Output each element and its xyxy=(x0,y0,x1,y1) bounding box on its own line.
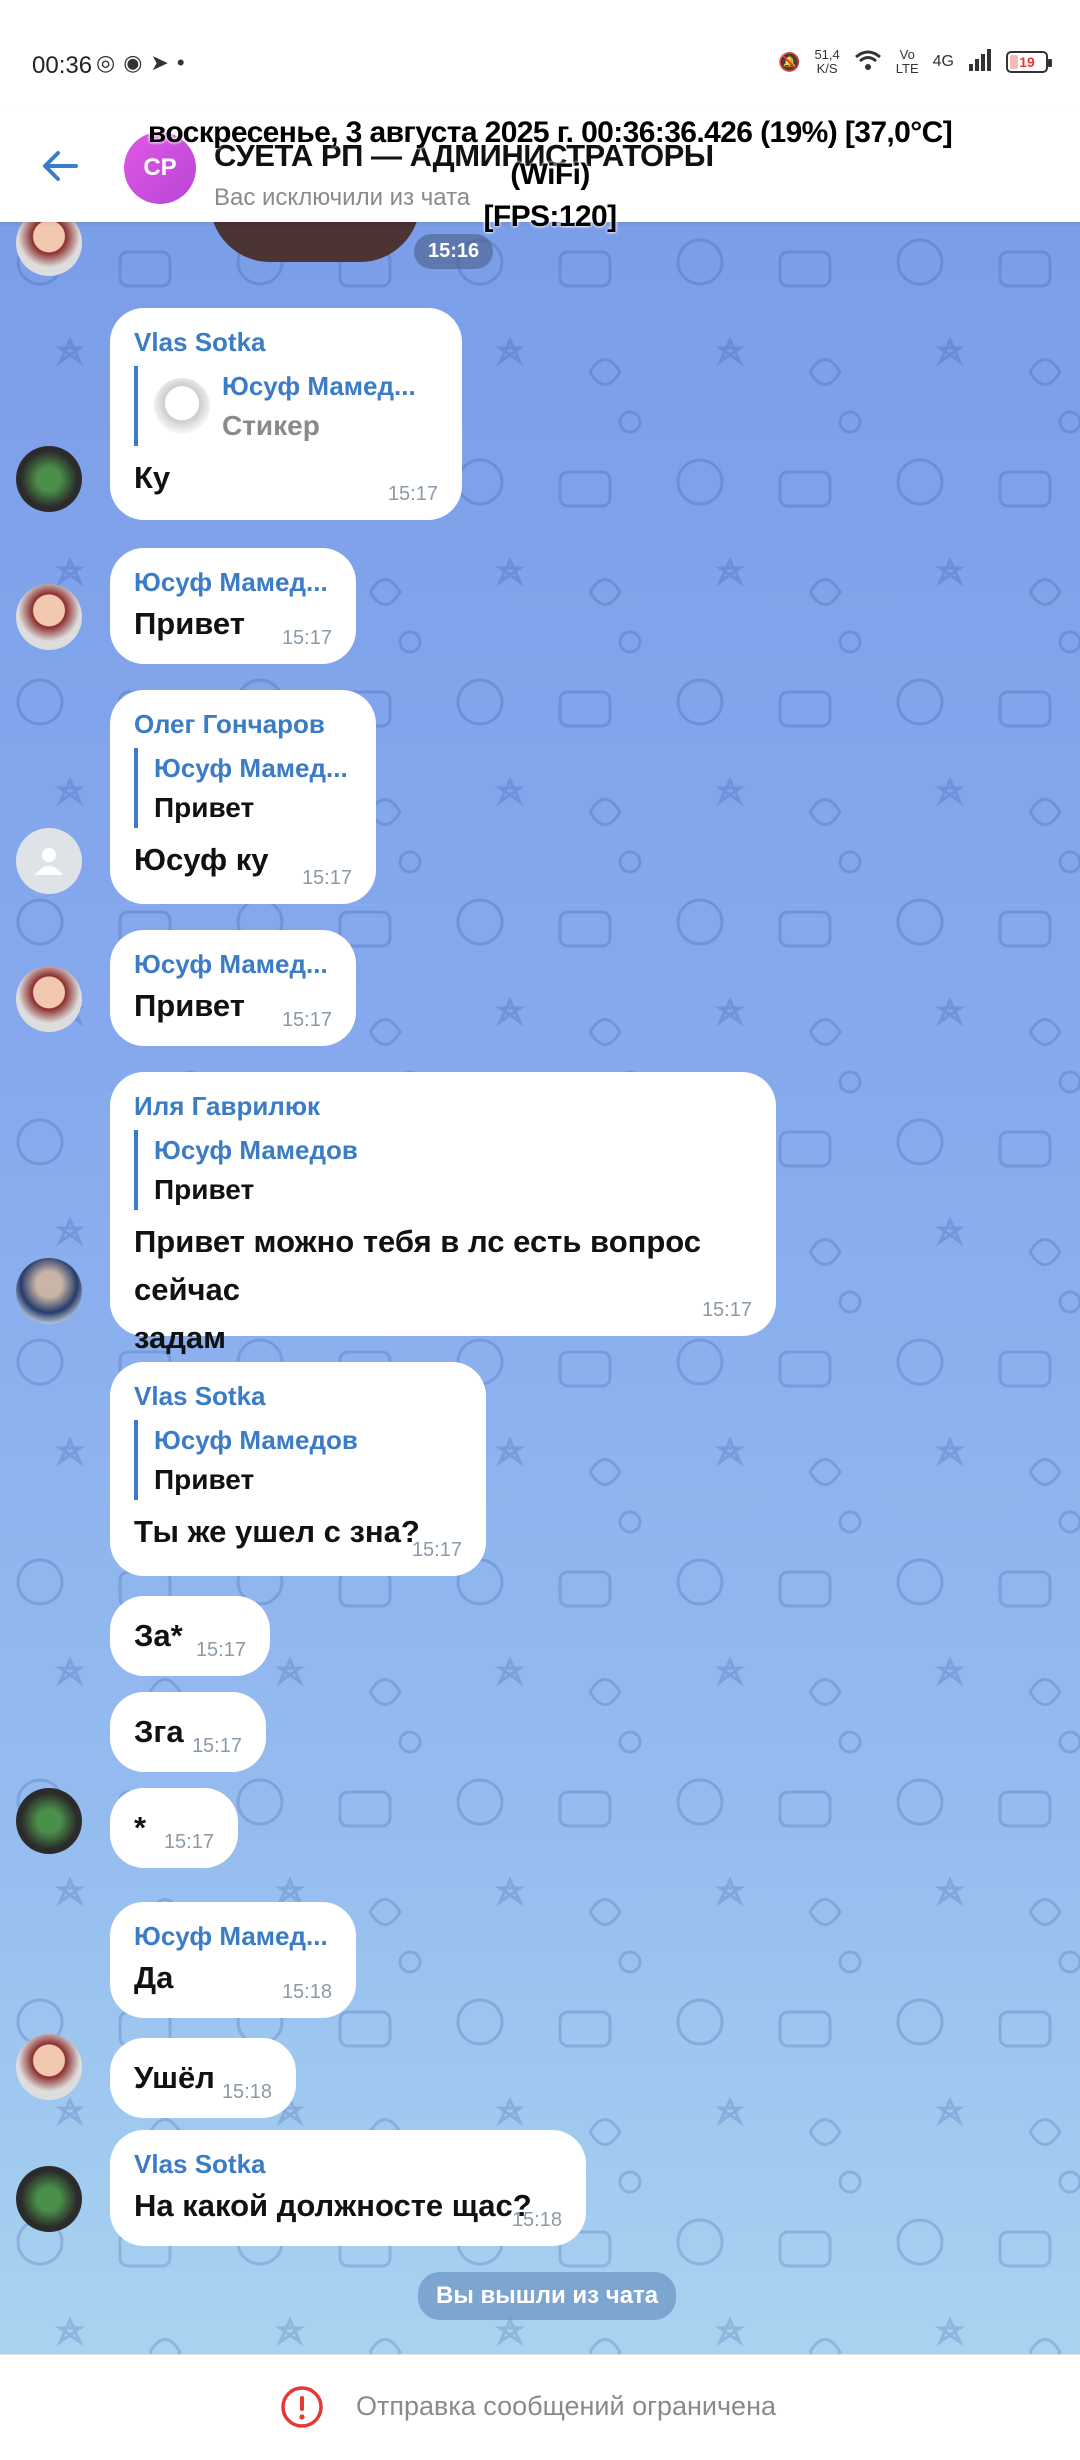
reply-quote[interactable]: Юсуф Мамед... Привет xyxy=(134,748,352,828)
reply-quote[interactable]: Юсуф Мамед... Стикер xyxy=(134,366,438,446)
whatsapp-icon: ◎ xyxy=(96,50,124,75)
reply-text: Привет xyxy=(154,1464,255,1495)
message-time: 15:17 xyxy=(387,483,438,505)
chat-area[interactable]: 15:16 Vlas Sotka Юсуф Мамед... Стикер Ку… xyxy=(0,222,1080,2354)
message-text-line: Привет можно тебя в лс есть вопрос сейча… xyxy=(134,1224,702,1307)
message-bubble[interactable]: Ушёл 15:18 xyxy=(110,2038,296,2118)
message-time: 15:17 xyxy=(281,1009,332,1031)
reply-text: Привет xyxy=(154,792,255,823)
reply-text: Стикер xyxy=(222,410,320,441)
message-sender[interactable]: Vlas Sotka xyxy=(134,324,438,360)
notification-icons: ◎◉➤• xyxy=(96,50,193,76)
back-arrow-icon[interactable] xyxy=(36,142,84,190)
reply-sender: Юсуф Мамед... xyxy=(154,753,348,783)
battery-icon: 19 xyxy=(1006,51,1052,73)
message-sender[interactable]: Юсуф Мамед... xyxy=(134,946,332,982)
sticker-timestamp: 15:16 xyxy=(414,234,494,269)
message-time: 15:17 xyxy=(281,627,332,649)
message-sender[interactable]: Юсуф Мамед... xyxy=(134,564,332,600)
telegram-icon: ➤ xyxy=(150,50,177,75)
overlay-line1: воскресенье, 3 августа 2025 г. 00:36:36.… xyxy=(147,116,953,191)
message-time: 15:17 xyxy=(701,1299,752,1321)
mute-icon: 🔕 xyxy=(778,51,801,72)
reply-quote[interactable]: Юсуф Мамедов Привет xyxy=(134,1420,462,1500)
message-time: 15:17 xyxy=(411,1539,462,1561)
reply-sender: Юсуф Мамед... xyxy=(222,371,416,401)
avatar-placeholder[interactable] xyxy=(16,828,82,894)
avatar[interactable] xyxy=(16,1788,82,1854)
message-time: 15:17 xyxy=(195,1639,246,1661)
message-bubble[interactable]: Юсуф Мамед... Привет 15:17 xyxy=(110,930,356,1046)
reply-quote[interactable]: Юсуф Мамедов Привет xyxy=(134,1130,752,1210)
reply-text: Привет xyxy=(154,1174,255,1205)
message-text-line: задам xyxy=(134,1320,227,1355)
status-time: 00:36 xyxy=(32,52,93,79)
message-bubble[interactable]: Юсуф Мамед... Да 15:18 xyxy=(110,1902,356,2018)
message-sender[interactable]: Юсуф Мамед... xyxy=(134,1918,332,1954)
message-sender[interactable]: Олег Гончаров xyxy=(134,706,352,742)
volte-label: Vo LTE xyxy=(895,47,919,76)
message-time: 15:17 xyxy=(163,1831,214,1853)
message-bubble[interactable]: Иля Гаврилюк Юсуф Мамедов Привет Привет … xyxy=(110,1072,776,1355)
avatar[interactable] xyxy=(16,446,82,512)
reply-sender: Юсуф Мамедов xyxy=(154,1135,358,1165)
avatar[interactable] xyxy=(16,2034,82,2100)
message-bubble[interactable]: * 15:17 xyxy=(110,1788,238,1868)
message-bubble[interactable]: Олег Гончаров Юсуф Мамед... Привет Юсуф … xyxy=(110,690,376,904)
message-bubble[interactable]: Юсуф Мамед... Привет 15:17 xyxy=(110,548,356,664)
avatar[interactable] xyxy=(16,584,82,650)
battery-level: 19 xyxy=(1019,54,1035,70)
message-bubble[interactable]: Vlas Sotka Юсуф Мамед... Стикер Ку 15:17 xyxy=(110,308,462,520)
status-right: 🔕 51,4 K/S Vo LTE 4G 19 xyxy=(778,47,1052,76)
message-sender[interactable]: Иля Гаврилюк xyxy=(134,1088,752,1124)
reply-sender: Юсуф Мамедов xyxy=(154,1425,358,1455)
message-time: 15:17 xyxy=(301,867,352,889)
message-text: Привет можно тебя в лс есть вопрос сейча… xyxy=(134,1218,752,1362)
avatar[interactable] xyxy=(16,1258,82,1324)
net-speed: 51,4 K/S xyxy=(814,47,840,76)
discord-icon: ◉ xyxy=(123,50,151,75)
message-bubble[interactable]: Зга 15:17 xyxy=(110,1692,266,1772)
wifi-icon xyxy=(854,49,882,76)
message-text: На какой должносте щас? xyxy=(134,2188,532,2223)
signal-icon xyxy=(968,48,992,76)
sticker-thumbnail-icon xyxy=(154,378,210,434)
message-bubble[interactable]: Vlas Sotka На какой должносте щас? 15:18 xyxy=(110,2130,586,2246)
message-bubble[interactable]: Vlas Sotka Юсуф Мамедов Привет Ты же уше… xyxy=(110,1362,486,1576)
avatar[interactable] xyxy=(16,2166,82,2232)
message-time: 15:18 xyxy=(281,1981,332,2003)
debug-overlay: воскресенье, 3 августа 2025 г. 00:36:36.… xyxy=(120,112,980,238)
service-message: Вы вышли из чата xyxy=(418,2272,677,2320)
message-bubble[interactable]: За* 15:17 xyxy=(110,1596,270,1676)
message-time: 15:18 xyxy=(511,2209,562,2231)
input-bar: Отправка сообщений ограничена xyxy=(0,2354,1080,2460)
overlay-line2: [FPS:120] xyxy=(483,200,618,233)
restricted-notice: Отправка сообщений ограничена xyxy=(356,2391,776,2421)
message-sender[interactable]: Vlas Sotka xyxy=(134,1378,462,1414)
warning-icon xyxy=(281,2386,323,2428)
message-time: 15:18 xyxy=(221,2081,272,2103)
app-icon: • xyxy=(176,50,193,75)
person-icon xyxy=(35,848,63,875)
network-label: 4G xyxy=(932,53,954,70)
message-time: 15:17 xyxy=(191,1735,242,1757)
avatar[interactable] xyxy=(16,966,82,1032)
status-bar: 00:36 ◎◉➤• 🔕 51,4 K/S Vo LTE 4G 19 xyxy=(0,0,1080,110)
message-sender[interactable]: Vlas Sotka xyxy=(134,2146,562,2182)
